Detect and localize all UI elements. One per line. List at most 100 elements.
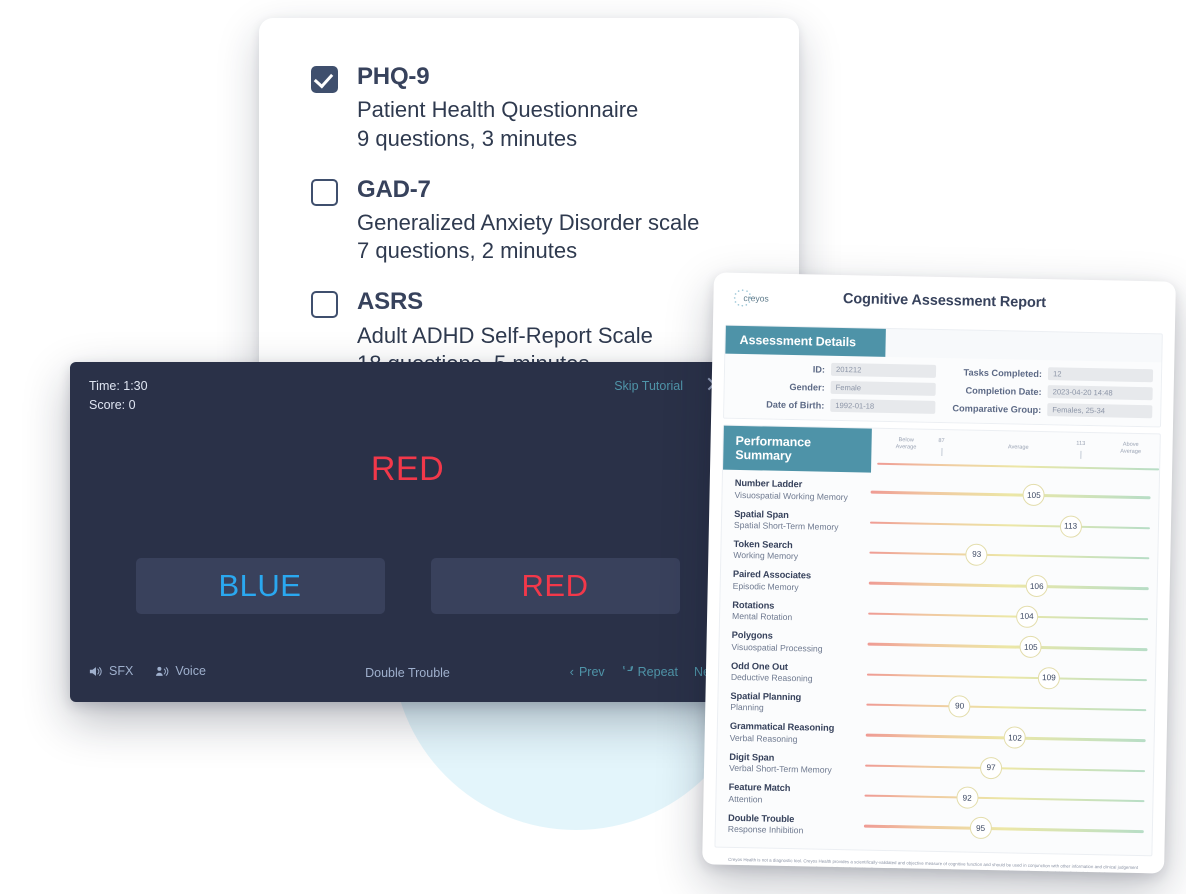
score-track-line <box>866 703 1147 712</box>
score-track: 105 <box>867 633 1148 661</box>
score-marker: 93 <box>965 543 988 566</box>
scale-label-below: Below Average <box>895 437 917 451</box>
score-track-line <box>868 581 1149 590</box>
report-field-label: Comparative Group: <box>952 402 1042 415</box>
skip-tutorial-button[interactable]: Skip Tutorial <box>614 379 683 393</box>
answer-button-blue[interactable]: BLUE <box>135 558 385 614</box>
report-title: Cognitive Assessment Report <box>842 291 1047 312</box>
performance-row-names: Grammatical Reasoning Verbal Reasoning <box>730 721 866 746</box>
prev-label: Prev <box>578 664 605 679</box>
assessment-details-section: Assessment Details ID: 201212 Tasks Comple… <box>723 324 1163 428</box>
task-domain: Attention <box>728 793 763 805</box>
report-field-value: 12 <box>1047 367 1154 383</box>
repeat-button[interactable]: Repeat <box>621 665 678 679</box>
report-field-value: 2023-04-20 14:48 <box>1047 385 1153 401</box>
performance-row-names: Paired Associates Episodic Memory <box>733 569 869 594</box>
questionnaire-item[interactable]: GAD-7 Generalized Anxiety Disorder scale 7… <box>311 175 799 266</box>
task-domain: Response Inhibition <box>727 823 804 836</box>
score-marker: 109 <box>1037 666 1061 689</box>
questionnaire-checkbox[interactable] <box>311 66 338 93</box>
task-domain: Deductive Reasoning <box>730 671 813 684</box>
questionnaire-description: Patient Health Questionnaire <box>357 97 639 123</box>
task-domain: Visuospatial Processing <box>731 641 823 654</box>
performance-row-names: Double Trouble Response Inhibition <box>728 812 864 837</box>
game-card: Time: 1:30 Score: 0 Skip Tutorial RED BL… <box>70 362 745 702</box>
score-track-line <box>863 825 1144 834</box>
performance-row-names: Digit Span Verbal Short-Term Memory <box>729 752 865 777</box>
performance-row-names: Odd One Out Deductive Reasoning <box>731 660 867 685</box>
score-track: 102 <box>865 724 1146 752</box>
scale-tick-high <box>1080 450 1082 459</box>
task-domain: Mental Rotation <box>731 611 793 623</box>
performance-row-names: Feature Match Attention <box>728 782 864 807</box>
report-field-value: Females, 25-34 <box>1047 403 1153 419</box>
svg-text:creyos: creyos <box>743 293 769 304</box>
screenshot-root: PHQ-9 Patient Health Questionnaire 9 quest… <box>0 0 1186 894</box>
questionnaire-code: GAD-7 <box>357 175 431 203</box>
scale-label-average: Average <box>1007 444 1029 451</box>
score-marker: 106 <box>1025 575 1048 598</box>
questionnaire-item[interactable]: PHQ-9 Patient Health Questionnaire 9 quest… <box>311 63 799 153</box>
game-score: Score: 0 <box>89 398 136 413</box>
score-track-line <box>867 642 1148 651</box>
prev-button[interactable]: ‹ Prev <box>570 664 605 679</box>
score-marker: 105 <box>1019 635 1043 659</box>
questionnaire-code: PHQ-9 <box>357 63 430 90</box>
assessment-detail-fields: ID: 201212 Tasks Completed: 12 Gender: Female… <box>724 353 1162 427</box>
score-marker: 90 <box>948 695 971 718</box>
check-icon <box>313 68 334 89</box>
scale-tick-label-87: 87 <box>938 437 945 445</box>
report-disclaimer: Creyos Health is not a diagnostic tool. … <box>728 856 1139 874</box>
scale-tick-label-113: 113 <box>1076 440 1086 447</box>
score-track: 95 <box>863 815 1144 843</box>
score-scale-header: Below Average 87 Average 113 Above Average <box>871 433 1160 479</box>
score-marker: 104 <box>1015 605 1039 628</box>
report-field: ID: 201212 <box>733 361 937 378</box>
questionnaire-checkbox[interactable] <box>311 291 338 319</box>
report-field-label: Date of Birth: <box>766 398 825 411</box>
task-domain: Spatial Short-Term Memory <box>733 519 839 532</box>
score-track: 113 <box>869 511 1150 539</box>
score-track: 90 <box>866 693 1147 721</box>
game-time: Time: 1:30 <box>89 379 148 393</box>
performance-summary-tab[interactable]: Performance Summary <box>723 425 872 473</box>
performance-rows: Number Ladder Visuospatial Working Memory… <box>715 470 1158 855</box>
questionnaire-meta: 7 questions, 2 minutes <box>357 238 578 264</box>
report-field-label: ID: <box>812 363 826 375</box>
score-track: 105 <box>870 481 1151 509</box>
questionnaire-description: Generalized Anxiety Disorder scale <box>357 210 700 236</box>
report-field: Comparative Group: Females, 25-34 <box>949 401 1153 419</box>
score-track: 106 <box>868 572 1149 600</box>
report-field: Gender: Female <box>733 379 936 396</box>
answer-buttons: BLUE RED <box>70 558 745 614</box>
chevron-left-icon: ‹ <box>569 664 574 679</box>
score-track-line <box>869 521 1150 530</box>
task-domain: Verbal Short-Term Memory <box>728 762 832 776</box>
report-field: Tasks Completed: 12 <box>950 365 1154 383</box>
score-track-line <box>869 551 1150 560</box>
performance-row-names: Spatial Planning Planning <box>730 691 866 716</box>
score-track-line <box>870 490 1151 499</box>
report-field-value: 201212 <box>830 362 937 378</box>
performance-row-names: Token Search Working Memory <box>733 539 869 564</box>
scale-label-above: Above Average <box>1120 441 1142 456</box>
game-toolbar: SFX Voice Double Trouble ‹ Prev Repeat <box>70 664 745 688</box>
questionnaire-meta: 9 questions, 3 minutes <box>357 125 578 151</box>
assessment-details-tab[interactable]: Assessment Details <box>725 325 886 357</box>
score-track-line <box>865 764 1146 773</box>
answer-button-red[interactable]: RED <box>430 558 680 614</box>
score-marker: 113 <box>1059 514 1082 538</box>
score-track: 104 <box>868 602 1149 630</box>
score-marker: 105 <box>1022 483 1046 507</box>
report-field-value: Female <box>830 380 936 396</box>
score-track: 109 <box>866 663 1147 691</box>
scale-tick-low <box>941 448 943 457</box>
report-field: Date of Birth: 1992-01-18 <box>732 397 936 414</box>
stimulus-word: RED <box>370 450 445 488</box>
report-field-label: Gender: <box>789 381 825 393</box>
questionnaire-checkbox[interactable] <box>311 178 338 206</box>
performance-summary-section: Performance Summary Below Average 87 Aver… <box>714 424 1161 857</box>
performance-row-names: Spatial Span Spatial Short-Term Memory <box>734 509 870 534</box>
score-marker: 97 <box>979 756 1003 780</box>
score-track: 97 <box>865 754 1146 782</box>
